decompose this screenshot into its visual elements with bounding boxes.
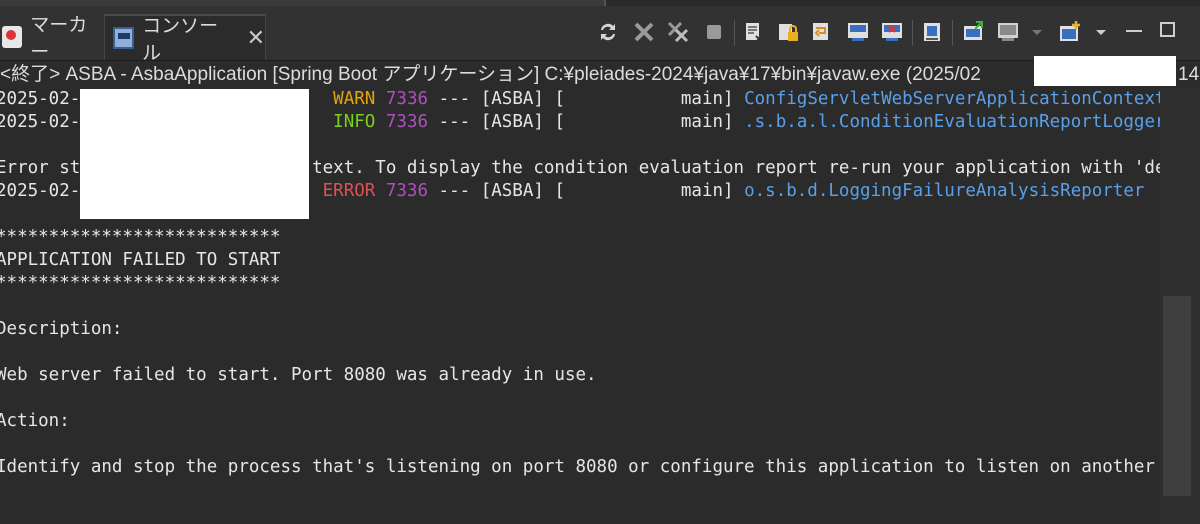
log-class: .s.b.a.l.ConditionEvaluationReportLogger (744, 112, 1160, 132)
minimize-icon[interactable] (1126, 30, 1142, 32)
log-pid: 7336 (385, 89, 429, 109)
tab-console-label: コンソール (142, 15, 219, 64)
close-icon[interactable]: ✕ (247, 26, 265, 51)
terminate-icon[interactable] (702, 20, 726, 44)
word-wrap-icon[interactable] (810, 20, 834, 44)
log-pid: 7336 (385, 181, 429, 201)
log-pid: 7336 (385, 112, 429, 132)
redacted-block (1034, 56, 1176, 86)
log-class: o.s.b.d.LoggingFailureAnalysisReporter (744, 181, 1145, 201)
view-tab-bar: マーカー コンソール ✕ (0, 0, 1200, 64)
toolbar-separator (952, 20, 953, 46)
description-text: Web server failed to start. Port 8080 wa… (0, 365, 597, 385)
clear-console-icon[interactable] (742, 20, 766, 44)
action-label: Action: (0, 411, 70, 431)
stars-line: *************************** (0, 227, 281, 247)
tab-console[interactable]: コンソール ✕ (104, 14, 266, 64)
log-level: ERROR (322, 181, 376, 201)
toolbar-separator (912, 20, 913, 46)
log-class: ConfigServletWebServerApplicationContext (744, 89, 1160, 109)
process-header: <終了> ASBA - AsbaApplication [Spring Boot… (0, 62, 1200, 88)
display-console-icon[interactable] (996, 20, 1020, 44)
console-icon (113, 27, 135, 49)
open-console-icon[interactable] (1058, 20, 1082, 44)
process-description: <終了> ASBA - AsbaApplication [Spring Boot… (0, 64, 981, 85)
markers-icon (2, 26, 23, 48)
redacted-block (80, 89, 309, 219)
maximize-icon[interactable] (1160, 22, 1175, 37)
scrollbar-thumb[interactable] (1163, 296, 1191, 496)
stars-line: *************************** (0, 273, 281, 293)
scroll-lock-icon[interactable] (776, 20, 800, 44)
chevron-down-icon[interactable] (1030, 20, 1044, 44)
failure-title: APPLICATION FAILED TO START (0, 250, 281, 270)
remove-all-terminated-icon[interactable] (666, 20, 690, 44)
tab-markers-label: マーカー (30, 14, 88, 63)
action-text: Identify and stop the process that's lis… (0, 457, 1155, 477)
description-label: Description: (0, 319, 123, 339)
sync-icon[interactable] (596, 20, 620, 44)
display-selected-console-icon[interactable] (962, 20, 986, 44)
remove-launch-icon[interactable] (632, 20, 656, 44)
tab-markers[interactable]: マーカー (0, 14, 100, 63)
log-level: INFO (333, 112, 376, 132)
show-on-stderr-icon[interactable] (880, 20, 904, 44)
process-header-tail: 14 (1178, 64, 1200, 85)
toolbar-separator (734, 20, 735, 46)
pin-console-icon[interactable] (920, 20, 944, 44)
chevron-down-icon[interactable] (1094, 20, 1108, 44)
log-level: WARN (333, 89, 376, 109)
adjacent-pane-edge (604, 0, 1200, 6)
show-on-stdout-icon[interactable] (846, 20, 870, 44)
